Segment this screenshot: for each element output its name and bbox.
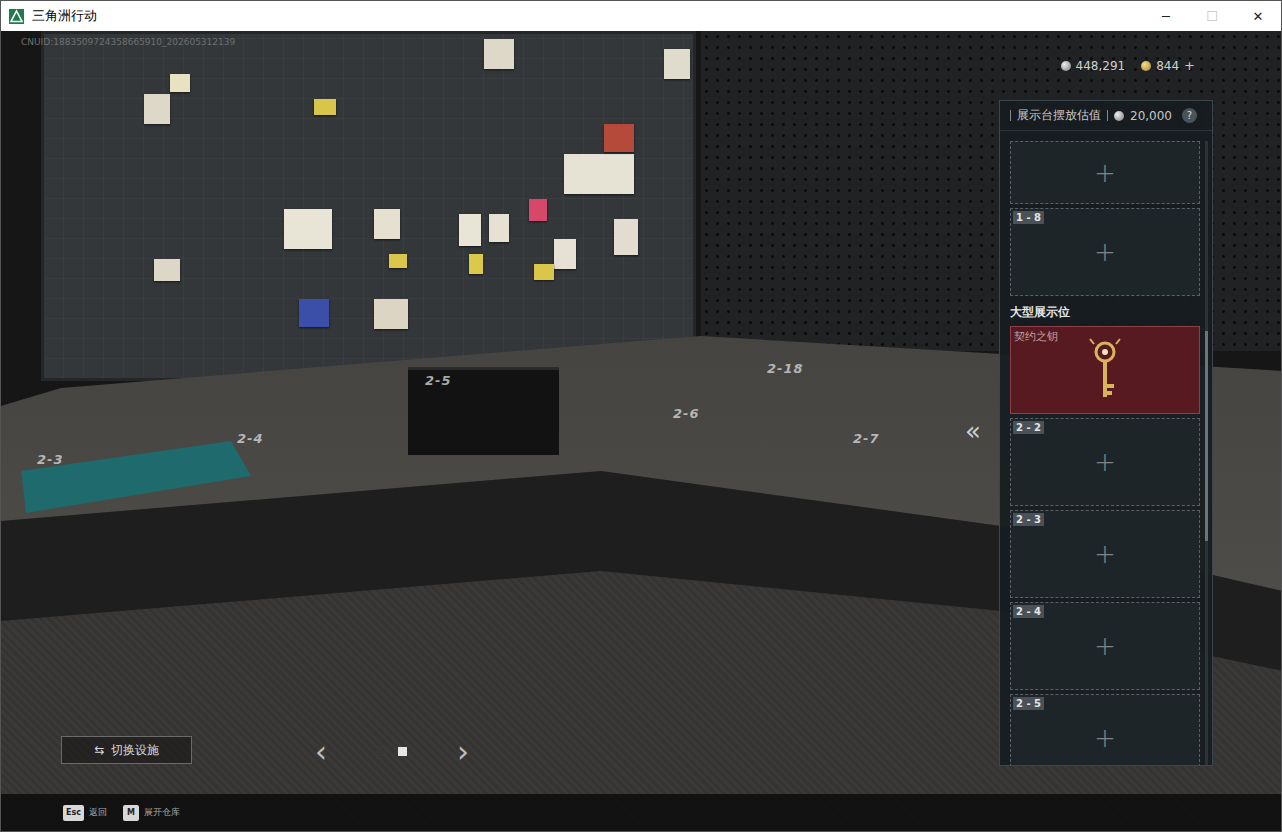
scrollbar[interactable] [1205, 141, 1208, 765]
map-note [534, 264, 554, 280]
slot-label: 2 - 3 [1013, 513, 1044, 526]
collapse-panel-button[interactable]: « [965, 416, 981, 446]
table-slot-label[interactable]: 2-6 [673, 406, 700, 421]
game-logo-icon [9, 9, 24, 24]
switch-facility-button[interactable]: ⇆切换设施 [61, 736, 192, 764]
currency: 844 + [1141, 58, 1195, 73]
page-dot[interactable] [377, 747, 386, 756]
add-icon: + [1094, 158, 1116, 188]
slot-label: 2 - 4 [1013, 605, 1044, 618]
table-slot-label[interactable]: 2-3 [37, 452, 64, 467]
map-note [664, 49, 690, 79]
currency-amount: 448,291 [1076, 59, 1126, 73]
map-note [284, 209, 332, 249]
window-title: 三角洲行动 [32, 7, 1135, 25]
map-note [484, 39, 514, 69]
map-note [459, 214, 481, 246]
panel-header: 展示台摆放估值 20,000? [1000, 101, 1212, 131]
map-board [41, 31, 696, 381]
currency-amount: 844 [1156, 59, 1179, 73]
map-note [554, 239, 576, 269]
map-note [604, 124, 634, 152]
display-slot[interactable]: 1 - 8 + [1010, 208, 1200, 296]
slot-label: 1 - 8 [1013, 211, 1044, 224]
add-icon: + [1094, 631, 1116, 661]
prev-page-button[interactable]: ‹ [307, 734, 335, 769]
window-controls: ─☐✕ [1143, 1, 1281, 31]
valuation-label: 展示台摆放估值 [1017, 107, 1101, 124]
window-control-button[interactable]: ─ [1143, 1, 1189, 31]
cnuid-text: CNUID:1883509724358665910_202605312139 [21, 37, 235, 47]
hotkey[interactable]: Esc返回 [63, 805, 107, 821]
help-button[interactable]: ? [1182, 108, 1197, 123]
add-currency-button[interactable]: + [1184, 58, 1195, 73]
pager: ‹› [307, 734, 477, 769]
separator [1107, 110, 1108, 121]
display-slot[interactable]: 2 - 5 + [1010, 694, 1200, 765]
map-note [469, 254, 483, 274]
display-slot[interactable]: 2 - 3 + [1010, 510, 1200, 598]
map-note [374, 209, 400, 239]
window-control-button[interactable]: ✕ [1235, 1, 1281, 31]
add-icon: + [1094, 447, 1116, 477]
gold-coin-icon [1141, 61, 1151, 71]
separator [1010, 110, 1011, 121]
hotkey-bar: Esc返回 M展开仓库 [1, 794, 1281, 831]
map-note [389, 254, 407, 268]
valuation-value: 20,000 [1130, 109, 1172, 123]
hotkey[interactable]: M展开仓库 [123, 805, 180, 821]
game-window: 三角洲行动 ─☐✕ 2-3 2-4 2-5 2-18 2-6 2-7 CNUID:1883509… [0, 0, 1282, 832]
window-control-button: ☐ [1189, 1, 1235, 31]
map-note [529, 199, 547, 221]
map-note [614, 219, 638, 255]
map-note [144, 94, 170, 124]
table-slot-label[interactable]: 2-18 [767, 361, 804, 376]
display-slot[interactable]: + [1010, 141, 1200, 204]
display-panel: 展示台摆放估值 20,000? +1 - 8 + 大型展示位契约之钥 2 - 2 +2 - … [999, 100, 1213, 766]
switch-icon: ⇆ [94, 743, 104, 757]
key-cap: Esc [63, 805, 84, 821]
silver-coin-icon [1114, 111, 1124, 121]
currency: 448,291 [1061, 59, 1126, 73]
display-item[interactable]: 契约之钥 [1010, 326, 1200, 414]
slot-label: 2 - 2 [1013, 421, 1044, 434]
add-icon: + [1094, 723, 1116, 753]
add-icon: + [1094, 237, 1116, 267]
contract-key-icon [1088, 338, 1122, 402]
table-slot-label[interactable]: 2-5 [425, 373, 452, 388]
map-note [299, 299, 329, 327]
item-name: 契约之钥 [1014, 329, 1058, 344]
slot-label: 2 - 5 [1013, 697, 1044, 710]
table-slot-label[interactable]: 2-7 [853, 431, 880, 446]
map-note [374, 299, 408, 329]
key-cap: M [123, 805, 139, 821]
currency-bar: 448,291 844 + [1061, 58, 1195, 73]
map-note [170, 74, 190, 92]
game-scene: 2-3 2-4 2-5 2-18 2-6 2-7 CNUID:188350972435866… [1, 31, 1281, 831]
next-page-button[interactable]: › [449, 734, 477, 769]
display-slot[interactable]: 2 - 2 + [1010, 418, 1200, 506]
slot-list: +1 - 8 + 大型展示位契约之钥 2 - 2 +2 - 3 +2 - 4 +2 - 5 + [1000, 131, 1212, 765]
section-title: 大型展示位 [1010, 300, 1200, 322]
display-slot[interactable]: 2 - 4 + [1010, 602, 1200, 690]
add-icon: + [1094, 539, 1116, 569]
table-slot-label[interactable]: 2-4 [237, 431, 264, 446]
scroll-thumb[interactable] [1205, 331, 1208, 541]
title-bar: 三角洲行动 ─☐✕ [1, 1, 1281, 31]
map-note [154, 259, 180, 281]
page-dot[interactable] [398, 747, 407, 756]
map-note [314, 99, 336, 115]
silver-coin-icon [1061, 61, 1071, 71]
map-note [489, 214, 509, 242]
map-note [564, 154, 634, 194]
